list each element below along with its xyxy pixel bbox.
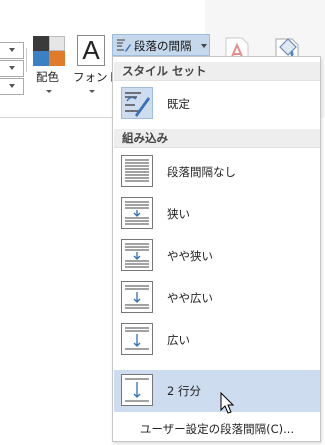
menu-item-label: 2 行分 bbox=[167, 384, 201, 398]
spacing-double-icon bbox=[121, 374, 153, 406]
spacing-tight-icon bbox=[121, 239, 153, 271]
paragraph-spacing-button[interactable]: 段落の間隔 bbox=[112, 34, 210, 56]
menu-item-label: 狭い bbox=[167, 207, 190, 221]
paragraph-spacing-label: 段落の間隔 bbox=[134, 39, 192, 53]
spacing-relaxed-icon bbox=[121, 323, 153, 355]
section-header-style-set: スタイル セット bbox=[114, 62, 320, 81]
mouse-cursor-icon bbox=[220, 392, 235, 414]
colors-label: 配色 bbox=[36, 70, 59, 84]
menu-item-relaxed[interactable]: 広い bbox=[114, 319, 320, 361]
menu-item-open[interactable]: やや広い bbox=[114, 277, 320, 319]
menu-item-label: 段落間隔なし bbox=[167, 165, 236, 179]
menu-item-default[interactable]: 既定 bbox=[114, 83, 320, 125]
spacing-compact-icon bbox=[121, 197, 153, 229]
menu-item-tight[interactable]: やや狭い bbox=[114, 235, 320, 277]
paragraph-spacing-icon bbox=[117, 39, 131, 52]
color-scheme-icon bbox=[33, 36, 65, 66]
chevron-down-icon bbox=[89, 90, 95, 93]
spacing-open-icon bbox=[121, 281, 153, 313]
font-icon: A bbox=[77, 35, 105, 66]
menu-item-label: やや広い bbox=[167, 291, 213, 305]
section-header-builtin: 組み込み bbox=[114, 129, 320, 148]
style-set-icon bbox=[121, 87, 153, 119]
menu-item-label: やや狭い bbox=[167, 249, 213, 263]
chevron-down-icon bbox=[46, 90, 52, 93]
spacing-none-icon bbox=[121, 155, 153, 187]
spin-control-up[interactable] bbox=[0, 42, 24, 59]
custom-paragraph-spacing-link[interactable]: ユーザー設定の段落間隔(C)... bbox=[114, 419, 320, 439]
menu-item-double[interactable]: 2 行分 bbox=[114, 370, 320, 412]
menu-item-label: 広い bbox=[167, 333, 190, 347]
paragraph-spacing-dropdown: スタイル セット 既定 組み込み 段落間隔なし 狭い やや狭い やや広い 広い … bbox=[112, 56, 321, 442]
spin-control-mid[interactable] bbox=[0, 60, 24, 77]
menu-item-compact[interactable]: 狭い bbox=[114, 193, 320, 235]
chevron-down-icon bbox=[201, 44, 207, 48]
menu-item-label: 既定 bbox=[167, 97, 190, 111]
menu-item-no-spacing[interactable]: 段落間隔なし bbox=[114, 151, 320, 193]
spin-control-down[interactable] bbox=[0, 78, 24, 95]
ribbon-divider bbox=[26, 48, 27, 72]
